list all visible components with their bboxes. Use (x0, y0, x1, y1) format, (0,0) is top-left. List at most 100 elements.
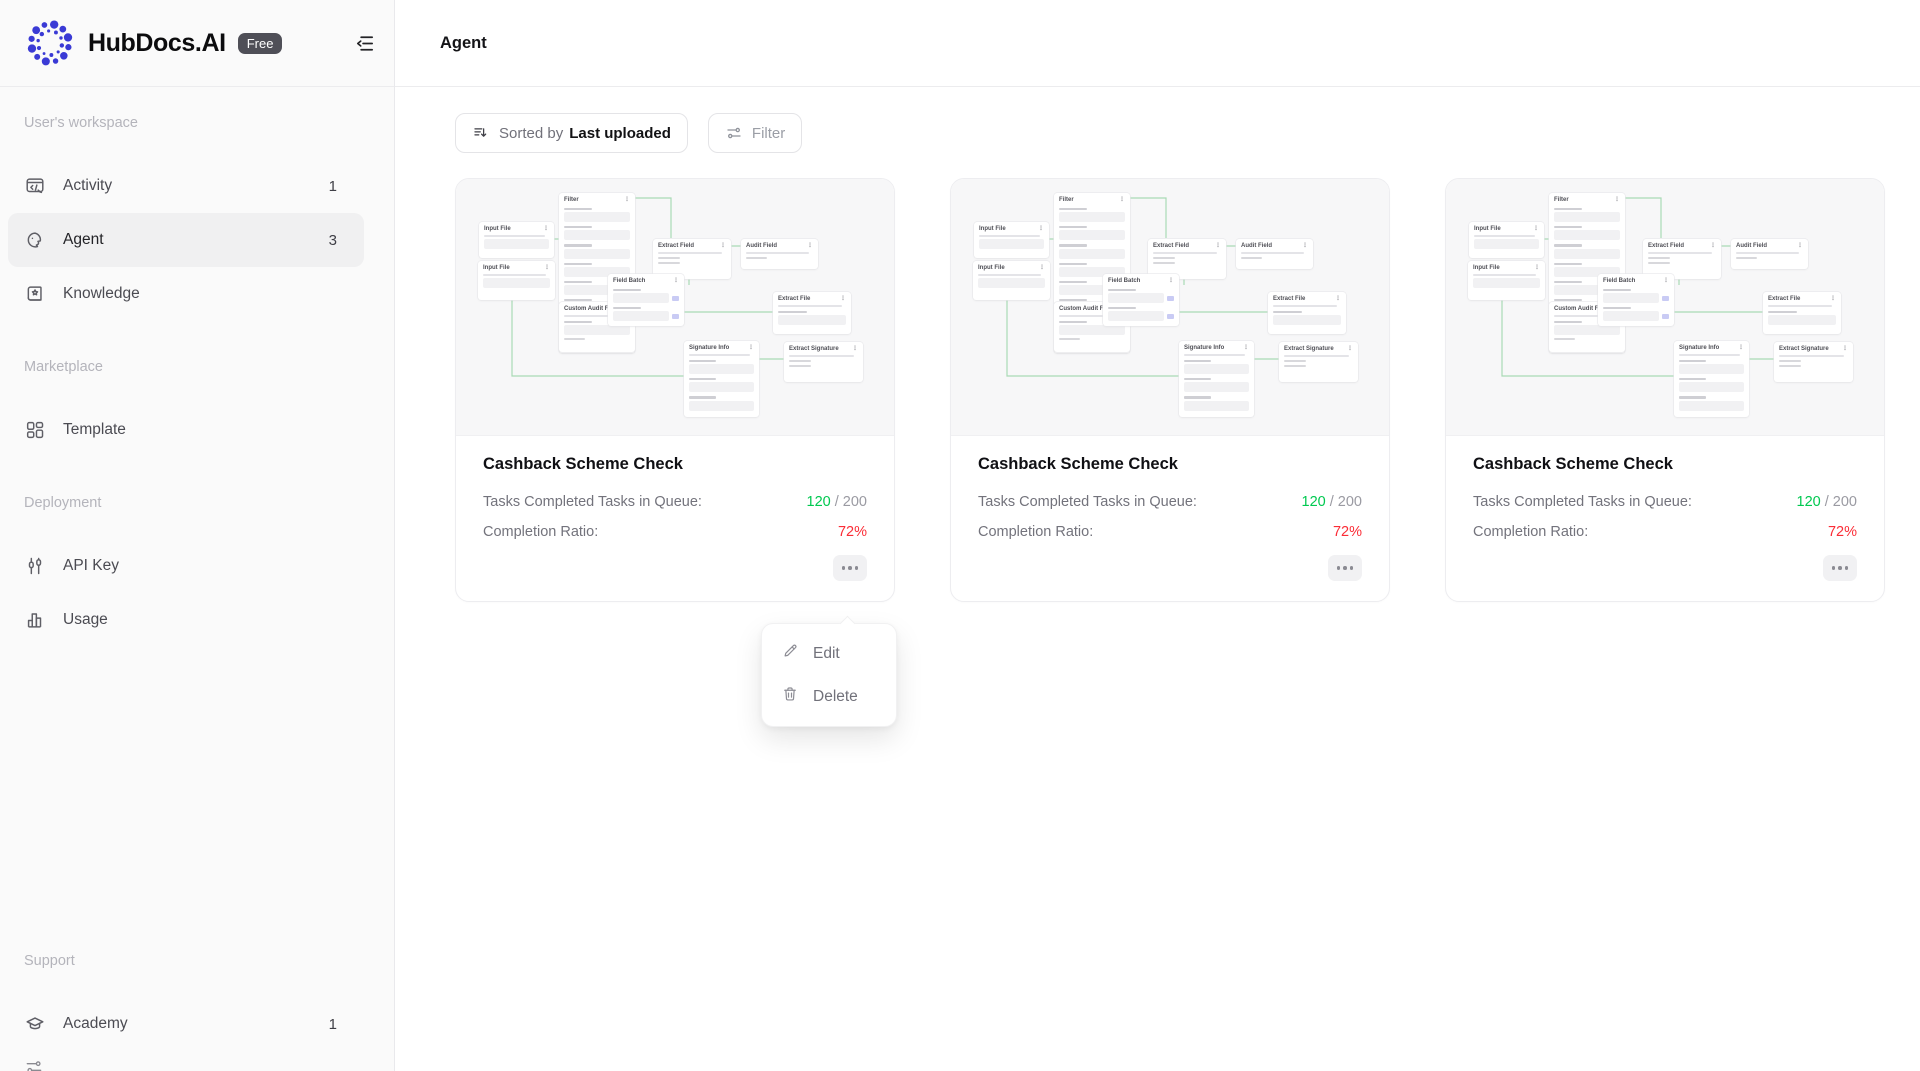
menu-item-delete[interactable]: Delete (762, 675, 896, 718)
agent-card-title: Cashback Scheme Check (1473, 455, 1857, 474)
sidebar-header: HubDocs.AI Free (0, 0, 394, 87)
flow-node: Audit Field⋮ (741, 239, 818, 269)
agent-card[interactable]: Input File⋮Input File⋮Filter⋮Extract Fie… (950, 178, 1390, 602)
flow-node: Input File ⋮ (1469, 222, 1544, 258)
flow-node: Extract Field ⋮ (1643, 239, 1721, 279)
kebab-icon: ⋮ (1347, 346, 1353, 352)
flow-node-title: Extract File (778, 296, 810, 303)
agent-card-thumbnail: Input File⋮Input File⋮Filter⋮Extract Fie… (456, 179, 894, 436)
sidebar-item-label: Activity (63, 177, 112, 195)
agent-card[interactable]: Input File⋮Input File⋮Filter⋮Extract Fie… (455, 178, 895, 602)
agent-card-body: Cashback Scheme CheckTasks Completed Tas… (951, 436, 1389, 601)
tasks-label: Tasks Completed Tasks in Queue: (1473, 494, 1692, 510)
agent-card-thumbnail: Input File⋮Input File⋮Filter⋮Extract Fie… (1446, 179, 1884, 436)
flow-node-title: Extract Signature (1284, 346, 1334, 353)
flow-node-title: Field Batch (613, 278, 645, 285)
activity-icon (24, 175, 46, 197)
sidebar-item-template[interactable]: Template (8, 403, 364, 457)
card-more-button[interactable] (1328, 555, 1362, 581)
flow-node-title: Filter (564, 197, 579, 204)
agent-icon (24, 229, 46, 251)
card-more-button[interactable] (833, 555, 867, 581)
kebab-icon: ⋮ (1797, 243, 1803, 249)
flow-node-title: Extract Signature (789, 346, 839, 353)
kebab-icon: ⋮ (624, 197, 630, 203)
sidebar-item-activity[interactable]: Activity 1 (8, 159, 364, 213)
flow-node-title: Input File (1474, 226, 1501, 233)
flow-node-title: Input File (979, 226, 1006, 233)
sidebar-nav: User's workspaceActivity1Agent3Knowledge… (0, 87, 394, 1071)
sidebar-item-label: Template (63, 421, 126, 439)
card-context-menu: Edit Delete (761, 623, 897, 727)
collapse-sidebar-button[interactable] (350, 29, 378, 57)
kebab-icon: ⋮ (1533, 226, 1539, 232)
flow-node-title: Audit Field (1736, 243, 1767, 250)
tasks-completed-value: 120 (1797, 494, 1821, 510)
sidebar-section: User's workspaceActivity1Agent3Knowledge (8, 115, 364, 321)
flow-node: Input File ⋮ (974, 222, 1049, 258)
ratio-value: 72% (1828, 524, 1857, 540)
kebab-icon: ⋮ (1243, 345, 1249, 351)
sidebar-section-label: Deployment (8, 495, 364, 511)
agent-card-body: Cashback Scheme CheckTasks Completed Tas… (456, 436, 894, 601)
flow-node-title: Input File (484, 226, 511, 233)
sort-button[interactable]: Sorted by Last uploaded (455, 113, 688, 153)
sidebar-item-usage[interactable]: Usage (8, 593, 364, 647)
menu-item-label: Delete (813, 688, 858, 706)
sidebar-section: Deployment API Key Usage (8, 495, 364, 647)
sidebar-item-academy[interactable]: Academy 1 (8, 997, 364, 1051)
sidebar-item-count: 1 (329, 1016, 337, 1033)
kebab-icon: ⋮ (1038, 226, 1044, 232)
plan-badge: Free (238, 33, 283, 54)
flow-node: Field Batch⋮ (1598, 274, 1674, 326)
flow-node: Signature Info⋮ (1674, 341, 1749, 417)
template-icon (24, 419, 46, 441)
flow-node: Audit Field⋮ (1236, 239, 1313, 269)
kebab-icon: ⋮ (1335, 296, 1341, 302)
menu-item-edit[interactable]: Edit (762, 632, 896, 675)
main-header: Agent (395, 0, 1920, 87)
flow-node: Input File⋮ (478, 261, 555, 300)
flow-node: Extract Signature ⋮ (1279, 342, 1358, 382)
brand-name: HubDocs.AI (88, 29, 226, 58)
kebab-icon: ⋮ (748, 345, 754, 351)
kebab-icon: ⋮ (1663, 278, 1669, 284)
flow-node-title: Signature Info (1184, 345, 1224, 352)
flow-node: Field Batch⋮ (1103, 274, 1179, 326)
flow-node-title: Field Batch (1108, 278, 1140, 285)
flow-node: Extract Signature⋮ (784, 342, 863, 382)
sidebar-item-label: Academy (63, 1015, 128, 1033)
sidebar-section-label: Support (8, 953, 364, 969)
api-key-icon (24, 555, 46, 577)
agent-card[interactable]: Input File⋮Input File⋮Filter⋮Extract Fie… (1445, 178, 1885, 602)
kebab-icon: ⋮ (543, 226, 549, 232)
kebab-icon: ⋮ (1842, 346, 1848, 352)
kebab-icon: ⋮ (1830, 296, 1836, 302)
app-root: HubDocs.AI Free User's workspaceActivity… (0, 0, 1920, 1071)
sidebar-item-label: API Key (63, 557, 119, 575)
flow-node: Extract File⋮ (773, 292, 851, 334)
filter-button[interactable]: Filter (708, 113, 802, 153)
kebab-icon: ⋮ (1302, 243, 1308, 249)
flow-node-title: Extract File (1768, 296, 1800, 303)
sidebar-item-label: Agent (63, 231, 104, 249)
kebab-icon: ⋮ (544, 265, 550, 271)
menu-notch (840, 616, 856, 632)
sidebar-item-knowledge[interactable]: Knowledge (8, 267, 364, 321)
flow-node-title: Filter (1059, 197, 1074, 204)
sidebar-item-api-key[interactable]: API Key (8, 539, 364, 593)
kebab-icon: ⋮ (1738, 345, 1744, 351)
sidebar-item-count: 1 (329, 178, 337, 195)
brand-logo-icon (24, 17, 76, 69)
flow-node-title: Extract Field (1648, 243, 1684, 250)
flow-node-title: Extract Field (1153, 243, 1189, 250)
flow-node: Signature Info ⋮ (1179, 341, 1254, 417)
sidebar-item-agent[interactable]: Agent3 (8, 213, 364, 267)
kebab-icon: ⋮ (1534, 265, 1540, 271)
pencil-icon (781, 642, 799, 665)
toolbar: Sorted by Last uploaded Filter (455, 113, 1920, 153)
card-more-button[interactable] (1823, 555, 1857, 581)
kebab-icon: ⋮ (1710, 243, 1716, 249)
tasks-value: 120 / 200 (1797, 494, 1857, 510)
agent-card-grid: Input File⋮Input File⋮Filter⋮Extract Fie… (455, 178, 1920, 602)
